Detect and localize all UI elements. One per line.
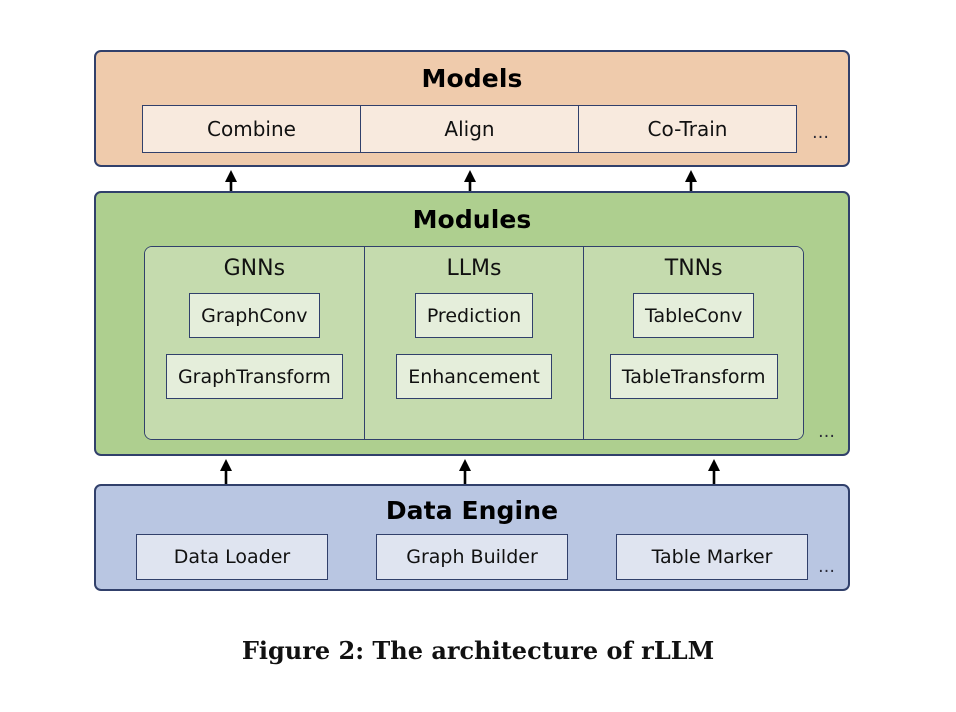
module-item-tableconv[interactable]: TableConv bbox=[633, 293, 755, 338]
models-layer-title: Models bbox=[421, 64, 523, 93]
models-ellipsis: … bbox=[812, 123, 830, 143]
data-engine-cell-graph-builder[interactable]: Graph Builder bbox=[376, 534, 568, 580]
data-engine-cell-table-marker[interactable]: Table Marker bbox=[616, 534, 808, 580]
modules-layer-title: Modules bbox=[412, 205, 532, 234]
data-engine-layer: Data Engine Data Loader Graph Builder Ta… bbox=[94, 484, 850, 591]
module-item-prediction[interactable]: Prediction bbox=[414, 293, 534, 338]
data-engine-ellipsis: … bbox=[818, 557, 836, 577]
data-engine-cell-data-loader[interactable]: Data Loader bbox=[136, 534, 328, 580]
architecture-diagram: Models Combine Align Co-Train … Modules … bbox=[0, 0, 956, 712]
models-cell-align[interactable]: Align bbox=[361, 106, 579, 152]
module-item-enhancement[interactable]: Enhancement bbox=[396, 354, 552, 399]
module-group-gnns[interactable]: GNNs GraphConv GraphTransform bbox=[145, 247, 365, 439]
module-group-gnns-items: GraphConv GraphTransform bbox=[145, 293, 364, 399]
models-row: Combine Align Co-Train bbox=[142, 105, 797, 153]
data-engine-layer-title: Data Engine bbox=[385, 496, 559, 525]
modules-layer: Modules GNNs GraphConv GraphTransform LL… bbox=[94, 191, 850, 456]
modules-groups: GNNs GraphConv GraphTransform LLMs Predi… bbox=[144, 246, 804, 440]
models-layer: Models Combine Align Co-Train … bbox=[94, 50, 850, 167]
module-item-tabletransform[interactable]: TableTransform bbox=[609, 354, 778, 399]
module-group-tnns[interactable]: TNNs TableConv TableTransform bbox=[584, 247, 803, 439]
modules-ellipsis: … bbox=[818, 422, 836, 442]
data-engine-row: Data Loader Graph Builder Table Marker bbox=[136, 534, 808, 580]
module-group-tnns-title: TNNs bbox=[664, 256, 723, 281]
models-cell-combine[interactable]: Combine bbox=[143, 106, 361, 152]
figure-caption: Figure 2: The architecture of rLLM bbox=[241, 636, 715, 665]
module-group-gnns-title: GNNs bbox=[223, 256, 286, 281]
module-group-llms-items: Prediction Enhancement bbox=[365, 293, 584, 399]
module-group-llms[interactable]: LLMs Prediction Enhancement bbox=[364, 247, 585, 439]
module-group-llms-title: LLMs bbox=[446, 256, 502, 281]
module-item-graphconv[interactable]: GraphConv bbox=[189, 293, 320, 338]
module-group-tnns-items: TableConv TableTransform bbox=[584, 293, 803, 399]
module-item-graphtransform[interactable]: GraphTransform bbox=[165, 354, 343, 399]
models-cell-co-train[interactable]: Co-Train bbox=[579, 106, 796, 152]
